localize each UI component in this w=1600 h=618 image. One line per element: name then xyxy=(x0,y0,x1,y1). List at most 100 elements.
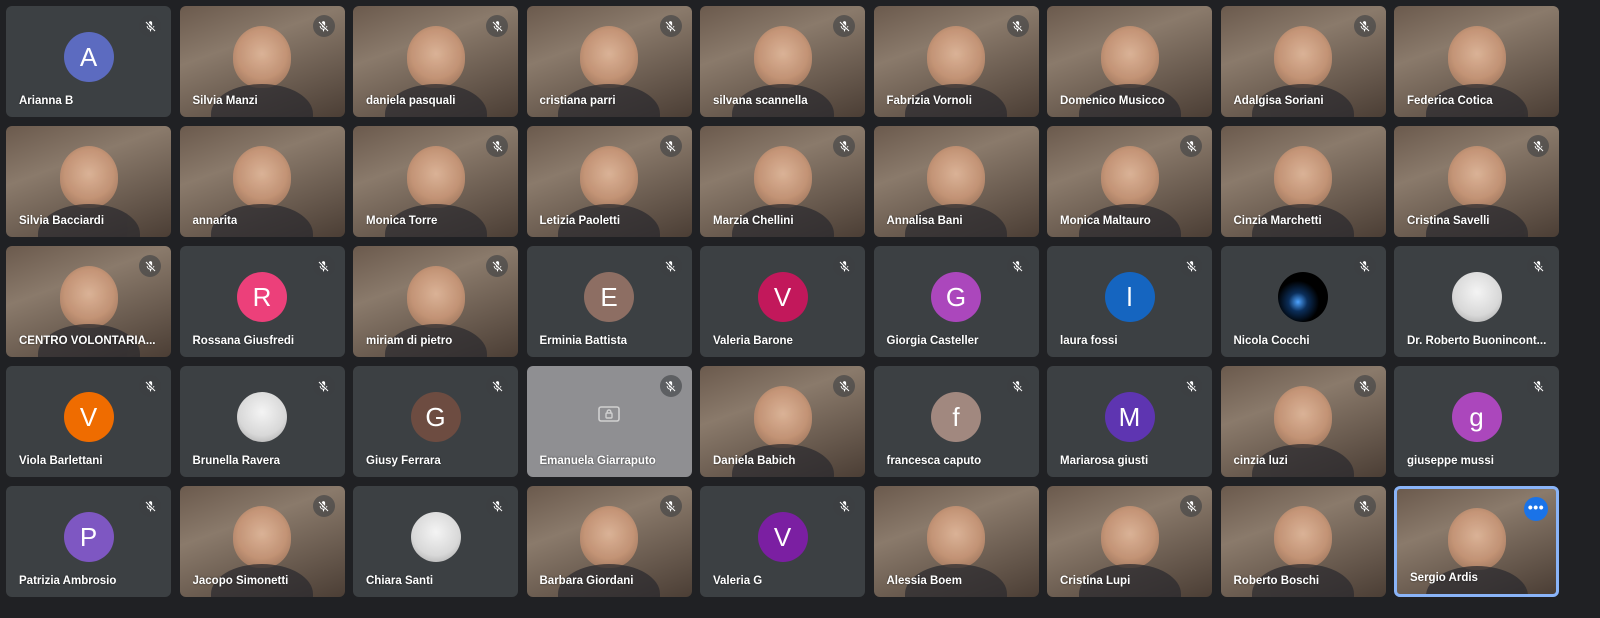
participant-tile[interactable]: Brunella Ravera xyxy=(179,366,345,477)
video-feed xyxy=(211,145,313,237)
participant-tile[interactable]: Adalgisa Soriani xyxy=(1220,6,1386,117)
participant-tile[interactable]: Letizia Paoletti xyxy=(526,126,692,237)
participant-tile[interactable]: Marzia Chellini xyxy=(700,126,865,237)
participant-tile[interactable]: G Giusy Ferrara xyxy=(353,366,518,477)
mic-off-icon xyxy=(833,495,855,517)
participant-tile[interactable]: A Arianna B xyxy=(6,6,171,117)
participant-tile[interactable]: l laura fossi xyxy=(1047,246,1212,357)
participant-tile[interactable]: Cristina Lupi xyxy=(1047,486,1212,597)
participant-tile[interactable]: daniela pasquali xyxy=(353,6,518,117)
participant-name: Monica Torre xyxy=(366,215,438,227)
participant-tile[interactable]: Cinzia Marchetti xyxy=(1220,126,1386,237)
participant-tile[interactable]: Annalisa Bani xyxy=(873,126,1039,237)
participant-name: laura fossi xyxy=(1060,335,1118,347)
participant-tile[interactable]: Silvia Bacciardi xyxy=(6,126,171,237)
participant-name: Silvia Bacciardi xyxy=(19,215,105,227)
participant-tile[interactable]: P Patrizia Ambrosio xyxy=(6,486,171,597)
participant-name: Cinzia Marchetti xyxy=(1233,215,1322,227)
participant-tile[interactable]: V Valeria G xyxy=(700,486,865,597)
video-feed xyxy=(558,145,660,237)
mic-off-icon xyxy=(312,15,335,37)
participant-name: miriam di pietro xyxy=(366,335,453,347)
participant-tile[interactable]: Fabrizia Vornoli xyxy=(873,6,1039,117)
mic-off-icon xyxy=(1353,15,1376,37)
participant-tile[interactable]: Emanuela Giarraputo xyxy=(526,366,692,477)
participant-tile[interactable]: G Giorgia Casteller xyxy=(873,246,1039,357)
participant-name: cristiana parri xyxy=(539,95,616,107)
more-options-icon[interactable]: ••• xyxy=(1524,497,1548,521)
video-feed xyxy=(905,145,1007,237)
participant-tile[interactable]: Barbara Giordani xyxy=(526,486,692,597)
mic-off-icon xyxy=(1180,135,1202,157)
participant-tile[interactable]: silvana scannella xyxy=(700,6,865,117)
avatar: V xyxy=(757,511,808,562)
participant-tile[interactable]: Federica Cotica xyxy=(1394,6,1559,117)
participant-tile[interactable]: Silvia Manzi xyxy=(179,6,345,117)
video-feed xyxy=(731,145,834,237)
participant-tile[interactable]: annarita xyxy=(179,126,345,237)
participant-tile[interactable]: g giuseppe mussi xyxy=(1394,366,1559,477)
participant-tile[interactable]: Domenico Musicco xyxy=(1047,6,1212,117)
participant-tile[interactable]: miriam di pietro xyxy=(353,246,518,357)
mic-off-icon xyxy=(659,375,682,397)
avatar: f xyxy=(931,391,981,442)
participant-tile[interactable]: V Viola Barlettani xyxy=(6,366,171,477)
participant-tile[interactable]: ••• Sergio Ardis xyxy=(1394,486,1559,597)
mic-off-icon xyxy=(486,495,508,517)
participant-tile[interactable]: Dr. Roberto Buonincont... xyxy=(1394,246,1559,357)
avatar: P xyxy=(63,511,114,562)
participant-tile[interactable]: Monica Torre xyxy=(353,126,518,237)
mic-off-icon xyxy=(659,135,682,157)
mic-off-icon xyxy=(659,15,682,37)
avatar: g xyxy=(1451,391,1502,442)
participant-name: Silvia Manzi xyxy=(192,95,258,107)
participant-name: Giusy Ferrara xyxy=(366,455,441,467)
participant-name: Patrizia Ambrosio xyxy=(19,575,117,587)
participant-tile[interactable]: E Erminia Battista xyxy=(526,246,692,357)
participant-name: francesca caputo xyxy=(886,455,982,467)
mic-off-icon xyxy=(486,255,508,277)
participant-name: Daniela Babich xyxy=(713,455,796,467)
video-feed xyxy=(1252,505,1354,597)
participant-tile[interactable]: M Mariarosa giusti xyxy=(1047,366,1212,477)
mic-off-icon xyxy=(486,15,508,37)
mic-off-icon xyxy=(486,135,508,157)
participant-tile[interactable]: Alessia Boem xyxy=(873,486,1039,597)
participant-tile[interactable]: CENTRO VOLONTARIA... xyxy=(6,246,171,357)
participant-tile[interactable]: V Valeria Barone xyxy=(700,246,865,357)
mic-off-icon xyxy=(1527,135,1549,157)
participant-name: Viola Barlettani xyxy=(19,455,103,467)
mic-off-icon xyxy=(833,15,855,37)
participant-name: Valeria G xyxy=(713,575,763,587)
video-feed xyxy=(1078,25,1181,117)
participant-tile[interactable]: Jacopo Simonetti xyxy=(179,486,345,597)
participant-name: Letizia Paoletti xyxy=(539,215,621,227)
participant-tile[interactable]: Daniela Babich xyxy=(700,366,865,477)
participant-tile[interactable]: Roberto Boschi xyxy=(1220,486,1386,597)
video-feed xyxy=(905,25,1007,117)
avatar: E xyxy=(584,271,634,322)
participant-tile[interactable]: cinzia luzi xyxy=(1220,366,1386,477)
participant-grid: A Arianna B Silvia Manzi daniela pasquali cr… xyxy=(6,6,1594,614)
mic-off-icon xyxy=(139,495,161,517)
video-feed xyxy=(558,25,660,117)
avatar: G xyxy=(931,271,981,322)
mic-off-icon xyxy=(659,495,682,517)
participant-name: Mariarosa giusti xyxy=(1060,455,1149,467)
participant-name: Jacopo Simonetti xyxy=(192,575,289,587)
participant-name: cinzia luzi xyxy=(1233,455,1288,467)
participant-tile[interactable]: f francesca caputo xyxy=(873,366,1039,477)
participant-tile[interactable]: Cristina Savelli xyxy=(1394,126,1559,237)
participant-tile[interactable]: Nicola Cocchi xyxy=(1220,246,1386,357)
video-feed xyxy=(37,145,140,237)
mic-off-icon xyxy=(139,375,161,397)
participant-name: Cristina Lupi xyxy=(1060,575,1131,587)
participant-tile[interactable]: Monica Maltauro xyxy=(1047,126,1212,237)
video-feed xyxy=(905,505,1007,597)
participant-tile[interactable]: Chiara Santi xyxy=(353,486,518,597)
avatar: M xyxy=(1104,391,1155,442)
participant-tile[interactable]: cristiana parri xyxy=(526,6,692,117)
mic-off-icon xyxy=(1527,375,1549,397)
avatar: V xyxy=(757,271,808,322)
participant-tile[interactable]: R Rossana Giusfredi xyxy=(179,246,345,357)
